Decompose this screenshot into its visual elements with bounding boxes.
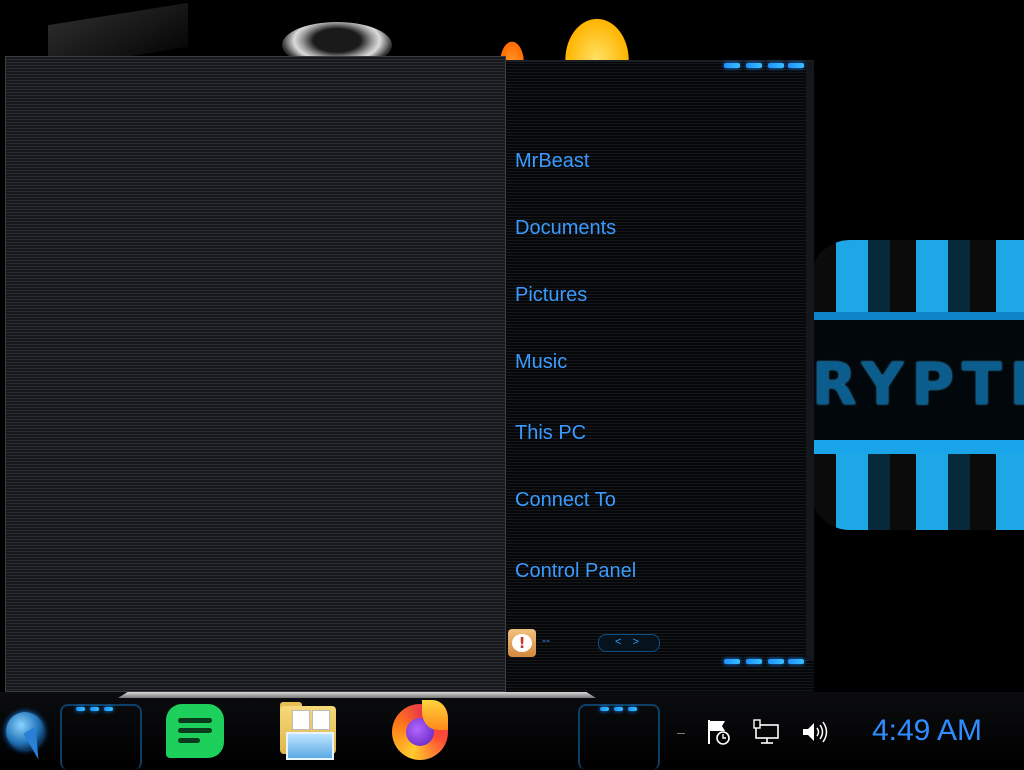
- paper-icon: [312, 710, 330, 730]
- place-documents[interactable]: Documents: [515, 217, 616, 240]
- accent-dash: [768, 63, 784, 68]
- window-icon: [286, 732, 334, 760]
- accent-dash: [788, 63, 804, 68]
- accent-dash: [724, 659, 740, 664]
- chat-line: [178, 728, 212, 733]
- page-nav-arrows[interactable]: < >: [598, 634, 660, 652]
- taskbar-notch-left: [60, 704, 142, 770]
- accent-dash: [104, 707, 113, 711]
- taskbar-app-chat[interactable]: [166, 700, 226, 762]
- chat-line: [178, 718, 212, 723]
- place-this-pc[interactable]: This PC: [515, 422, 586, 445]
- network-icon[interactable]: [748, 716, 784, 748]
- accent-dash: [90, 707, 99, 711]
- accent-dash: [746, 63, 762, 68]
- accent-dash: [768, 659, 784, 664]
- accent-dash: [746, 659, 762, 664]
- taskbar-app-file-explorer[interactable]: [278, 700, 338, 762]
- place-control-panel[interactable]: Control Panel: [515, 560, 636, 583]
- place-music[interactable]: Music: [515, 351, 567, 374]
- notification-text: --: [542, 633, 550, 647]
- paper-icon: [292, 710, 310, 730]
- accent-dash: [76, 707, 85, 711]
- accent-dash: [614, 707, 623, 711]
- volume-icon[interactable]: [796, 716, 832, 748]
- notification-icon[interactable]: !: [508, 629, 536, 657]
- accent-dash: [600, 707, 609, 711]
- accent-dash: [628, 707, 637, 711]
- alert-bubble-icon: !: [512, 634, 532, 652]
- taskbar-rim: [118, 692, 596, 698]
- taskbar-app-firefox[interactable]: [392, 700, 452, 762]
- taskbar-clock[interactable]: 4:49 AM: [852, 714, 1002, 748]
- start-menu-programs-pane[interactable]: [5, 56, 506, 692]
- chat-line: [178, 738, 200, 743]
- accent-dash: [724, 63, 740, 68]
- place-connect-to[interactable]: Connect To: [515, 489, 616, 512]
- place-mrbeast[interactable]: MrBeast: [515, 150, 589, 173]
- action-center-flag-icon[interactable]: [700, 716, 736, 748]
- taskbar-notch-right: [578, 704, 660, 770]
- wallpaper-banner-text: RYPTIC: [812, 352, 1024, 416]
- accent-dash: [788, 659, 804, 664]
- tray-overflow-chevron[interactable]: –: [672, 716, 690, 748]
- place-pictures[interactable]: Pictures: [515, 284, 587, 307]
